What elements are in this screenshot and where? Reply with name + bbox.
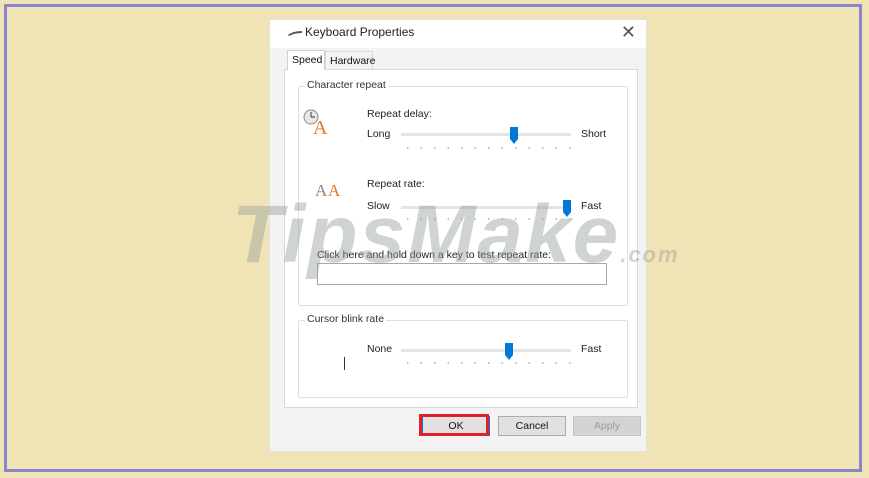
cancel-button[interactable]: Cancel (498, 416, 566, 436)
repeat-rate-ticks (401, 217, 571, 221)
repeat-rate-max-label: Fast (581, 200, 602, 212)
repeat-rate-track (401, 206, 571, 209)
repeat-delay-label: Repeat delay: (367, 108, 432, 120)
repeat-rate-slider-thumb[interactable] (563, 200, 571, 217)
apply-button[interactable]: Apply (573, 416, 641, 436)
cursor-blink-group: Cursor blink rate (298, 313, 628, 398)
close-button[interactable]: ✕ (621, 22, 636, 42)
tab-hardware[interactable]: Hardware (325, 51, 376, 69)
repeat-delay-track (401, 133, 571, 136)
cursor-blink-slider-thumb[interactable] (504, 343, 513, 360)
keyboard-properties-dialog: Keyboard Properties ✕ Speed Hardware Cha… (269, 19, 647, 452)
cursor-blink-ticks (401, 361, 571, 365)
cursor-blink-max-label: Fast (581, 343, 602, 355)
cursor-blink-label: Cursor blink rate (305, 313, 387, 325)
repeat-rate-icon: A A (315, 181, 341, 200)
repeat-delay-slider-thumb[interactable] (509, 127, 518, 144)
svg-text:A: A (315, 181, 328, 200)
character-repeat-label: Character repeat (305, 79, 388, 91)
repeat-delay-ticks (401, 146, 571, 150)
repeat-rate-min-label: Slow (367, 200, 390, 212)
repeat-rate-label: Repeat rate: (367, 178, 425, 190)
repeat-delay-max-label: Short (581, 128, 607, 140)
test-repeat-label: Click here and hold down a key to test r… (317, 249, 552, 261)
ok-highlight-box (419, 414, 489, 436)
svg-text:A: A (313, 117, 328, 136)
test-repeat-input[interactable] (317, 263, 607, 285)
repeat-delay-icon: A (303, 109, 328, 136)
speed-tab-panel: Character repeat A Repeat delay: Long Sh… (284, 69, 638, 408)
cursor-preview (344, 357, 345, 370)
title-bar: Keyboard Properties ✕ (270, 20, 646, 48)
svg-text:A: A (328, 181, 341, 200)
keyboard-icon (288, 31, 302, 36)
tab-speed[interactable]: Speed (287, 50, 325, 70)
dialog-title: Keyboard Properties (305, 25, 415, 39)
cursor-blink-track (401, 349, 571, 352)
cursor-blink-min-label: None (367, 343, 393, 355)
repeat-delay-min-label: Long (367, 128, 391, 140)
